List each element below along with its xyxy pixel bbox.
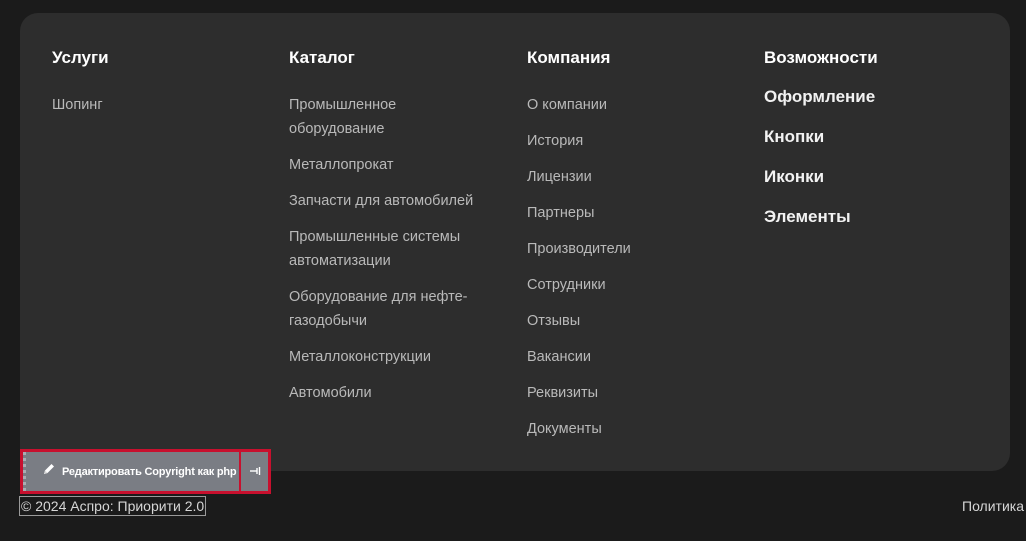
column-title-features[interactable]: Возможности (764, 49, 878, 67)
footer-link-partners[interactable]: Партнеры (527, 201, 631, 225)
footer-link-vacancies[interactable]: Вакансии (527, 345, 631, 369)
footer-link-reviews[interactable]: Отзывы (527, 309, 631, 333)
footer-link-automation-systems[interactable]: Промышленные системы автоматизации (289, 225, 479, 273)
footer-column-services: Услуги Шопинг (52, 49, 109, 129)
footer-link-licenses[interactable]: Лицензии (527, 165, 631, 189)
footer-column-catalog: Каталог Промышленное оборудование Металл… (289, 49, 489, 417)
footer-link-shopping[interactable]: Шопинг (52, 93, 109, 117)
edit-copyright-toolbar: Редактировать Copyright как php (20, 449, 271, 494)
edit-copyright-button[interactable]: Редактировать Copyright как php (23, 452, 239, 491)
footer-link-automobiles[interactable]: Автомобили (289, 381, 489, 405)
company-list: О компании История Лицензии Партнеры Про… (527, 93, 631, 441)
footer-link-metal-structures[interactable]: Металлоконструкции (289, 345, 489, 369)
footer-link-buttons[interactable]: Кнопки (764, 127, 878, 147)
footer-link-oil-gas-equipment[interactable]: Оборудование для нефте-газодобычи (289, 285, 489, 333)
footer-panel: Услуги Шопинг Каталог Промышленное обору… (20, 13, 1010, 471)
footer-column-features: Возможности Оформление Кнопки Иконки Эле… (764, 49, 878, 247)
column-title-catalog[interactable]: Каталог (289, 49, 489, 67)
catalog-list: Промышленное оборудование Металлопрокат … (289, 93, 489, 405)
copyright-text: © 2024 Аспро: Приорити 2.0 (18, 496, 207, 516)
privacy-policy-link[interactable]: Политика (962, 497, 1024, 515)
footer-link-design[interactable]: Оформление (764, 87, 878, 107)
footer-link-elements[interactable]: Элементы (764, 207, 878, 227)
column-title-company[interactable]: Компания (527, 49, 631, 67)
footer-link-staff[interactable]: Сотрудники (527, 273, 631, 297)
footer-link-documents[interactable]: Документы (527, 417, 631, 441)
footer-link-icons[interactable]: Иконки (764, 167, 878, 187)
footer-link-about[interactable]: О компании (527, 93, 631, 117)
footer-link-industrial-equipment[interactable]: Промышленное оборудование (289, 93, 439, 141)
pin-button[interactable] (241, 452, 268, 491)
pencil-icon (42, 462, 56, 481)
footer-link-car-parts[interactable]: Запчасти для автомобилей (289, 189, 489, 213)
pin-icon (249, 463, 261, 481)
services-list: Шопинг (52, 93, 109, 117)
footer-link-manufacturers[interactable]: Производители (527, 237, 631, 261)
footer-link-requisites[interactable]: Реквизиты (527, 381, 631, 405)
features-list: Оформление Кнопки Иконки Элементы (764, 87, 878, 227)
footer-link-history[interactable]: История (527, 129, 631, 153)
footer-link-metal-rolling[interactable]: Металлопрокат (289, 153, 489, 177)
edit-copyright-label: Редактировать Copyright как php (62, 465, 237, 478)
column-title-services[interactable]: Услуги (52, 49, 109, 67)
footer-column-company: Компания О компании История Лицензии Пар… (527, 49, 631, 453)
